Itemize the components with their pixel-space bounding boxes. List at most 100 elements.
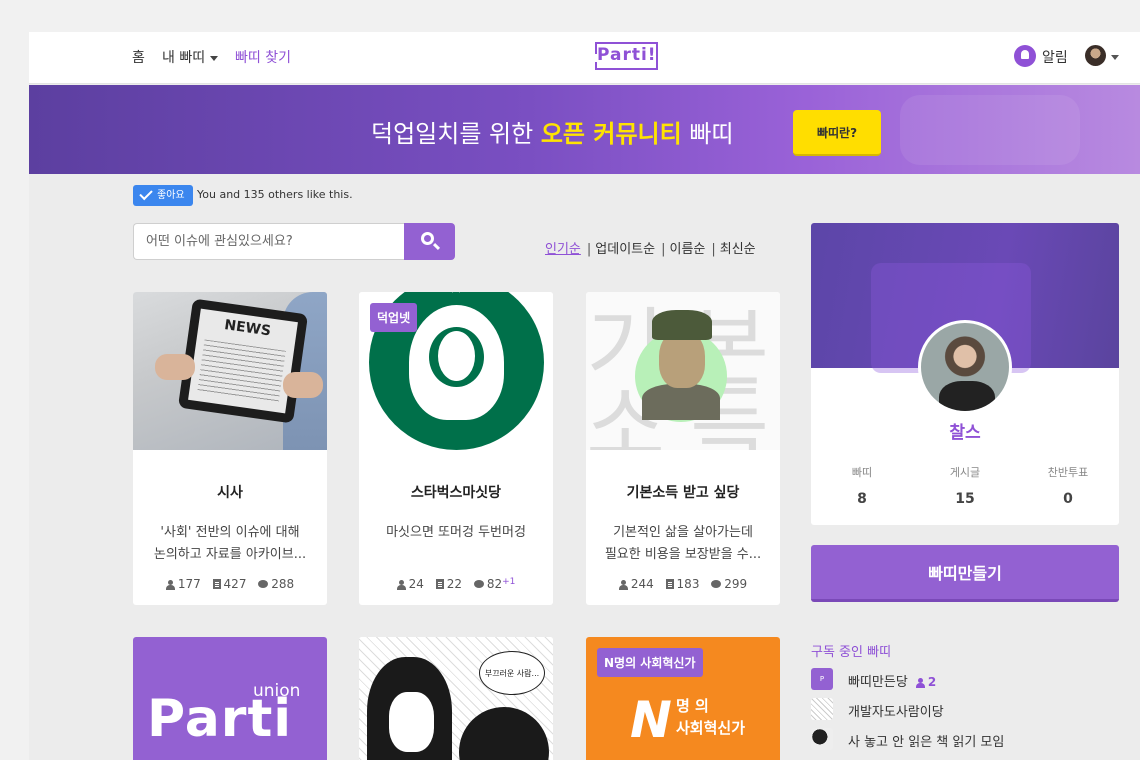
parti-card[interactable]: union Parti xyxy=(133,637,327,760)
orange-title-line: 사회혁신가 xyxy=(676,719,746,737)
card-stats: 244 183 299 xyxy=(586,577,780,591)
banner-headline: 덕업일치를 위한 오픈 커뮤니티 빠띠 xyxy=(371,114,734,149)
divider: | xyxy=(586,242,592,257)
banner-text-after: 빠띠 xyxy=(689,120,734,148)
card-desc-line: 마싯으면 또머겅 두번머겅 xyxy=(386,525,526,540)
posts-stat: 183 xyxy=(665,577,700,591)
sort-popular[interactable]: 인기순 xyxy=(545,242,581,257)
card-title: 기본소득 받고 싶당 xyxy=(626,485,740,501)
category-tag[interactable]: N명의 사회혁신가 xyxy=(597,648,703,677)
posts-count: 183 xyxy=(676,577,700,591)
subscribed-count-value: 2 xyxy=(927,675,937,689)
card-description: 기본적인 삶을 살아가는데 필요한 비용을 보장받을 수... xyxy=(600,522,766,566)
comment-icon xyxy=(473,580,484,588)
tablet-screen: NEWS xyxy=(188,308,298,414)
search-button[interactable] xyxy=(404,223,455,260)
members-stat: 177 xyxy=(165,577,201,591)
banner-text-before: 덕업일치를 위한 xyxy=(371,120,534,148)
portrait-figure xyxy=(652,310,712,340)
parti-card[interactable]: NEWS 시사 '사회' 전반의 이슈에 대해 논의하고 자료를 아카이브...… xyxy=(133,292,327,605)
sort-name[interactable]: 이름순 xyxy=(669,242,705,257)
card-stats: 24 22 82+1 xyxy=(359,577,553,591)
subscribed-item-label: 빠띠만든당 2 xyxy=(848,671,936,690)
search-input[interactable] xyxy=(133,223,405,260)
portrait-figure xyxy=(642,384,720,420)
nav-my-parti-dropdown[interactable]: 내 빠띠 xyxy=(162,47,219,67)
parti-card[interactable]: 부끄러운 사람... xyxy=(359,637,553,760)
orange-title: 명 의 사회혁신가 xyxy=(676,695,745,739)
like-count-text: You and 135 others like this. xyxy=(197,188,353,201)
user-icon xyxy=(618,580,628,590)
card-description: '사회' 전반의 이슈에 대해 논의하고 자료를 아카이브... xyxy=(147,522,313,566)
user-icon xyxy=(165,580,175,590)
sort-newest[interactable]: 최신순 xyxy=(720,242,756,257)
divider: | xyxy=(661,242,666,257)
chevron-down-icon xyxy=(210,55,219,61)
card-title: 시사 xyxy=(217,485,243,501)
card-thumbnail[interactable]: 덕업넷 xyxy=(359,292,553,450)
subscribed-title: 구독 중인 빠띠 xyxy=(811,645,892,660)
comic-character xyxy=(389,692,434,752)
stat-votes-value: 0 xyxy=(1063,491,1073,507)
thumbnail-icon xyxy=(811,698,833,720)
thumbnail-icon xyxy=(811,728,833,750)
orange-title-line: 명 의 xyxy=(676,697,709,715)
promo-banner: 덕업일치를 위한 오픈 커뮤니티 빠띠 빠띠란? xyxy=(29,85,1140,174)
profile-card: 찰스 빠띠 8 게시글 15 찬반투표 0 xyxy=(811,223,1119,525)
top-navbar: 홈 내 빠띠 빠띠 찾기 Parti! 알림 xyxy=(29,32,1140,84)
banner-text-highlight: 오픈 커뮤니티 xyxy=(540,120,682,148)
speech-bubble: 부끄러운 사람... xyxy=(479,651,545,695)
subscribed-item-name: 빠띠만든당 xyxy=(848,675,908,690)
parti-card[interactable]: 기 본 소 득 기본소득 받고 싶당 기본적인 삶을 살아가는데 필요한 비용을… xyxy=(586,292,780,605)
document-icon xyxy=(435,579,444,589)
star-icon xyxy=(449,292,463,293)
posts-stat: 22 xyxy=(435,577,462,591)
card-stats: 177 427 288 xyxy=(133,577,327,591)
stat-votes-label: 찬반투표 xyxy=(1047,466,1089,479)
card-thumbnail[interactable]: N명의 사회혁신가 N 명 의 사회혁신가 xyxy=(586,637,780,760)
members-stat: 24 xyxy=(396,577,424,591)
nav-find-link[interactable]: 빠띠 찾기 xyxy=(235,47,291,67)
members-count: 177 xyxy=(177,577,201,591)
document-icon xyxy=(665,579,674,589)
what-is-parti-button[interactable]: 빠띠란? xyxy=(793,110,881,156)
profile-avatar[interactable] xyxy=(918,320,1012,414)
card-thumbnail[interactable]: 부끄러운 사람... xyxy=(359,637,553,760)
category-tag[interactable]: 덕업넷 xyxy=(370,303,418,332)
stat-posts-label: 게시글 xyxy=(949,466,981,479)
card-thumbnail[interactable]: NEWS xyxy=(133,292,327,450)
user-icon xyxy=(396,580,406,590)
parti-card[interactable]: N명의 사회혁신가 N 명 의 사회혁신가 xyxy=(586,637,780,760)
comments-stat: 82+1 xyxy=(473,577,516,591)
nav-home-link[interactable]: 홈 xyxy=(132,47,145,67)
card-thumbnail[interactable]: union Parti xyxy=(133,637,327,760)
user-avatar-menu[interactable] xyxy=(1085,45,1106,66)
search-icon-handle xyxy=(432,242,441,251)
nav-my-label: 내 빠띠 xyxy=(162,50,206,66)
comments-stat: 299 xyxy=(711,577,747,591)
sort-options: 인기순 | 업데이트순 | 이름순 | 최신순 xyxy=(545,238,760,257)
divider: | xyxy=(711,242,716,257)
bell-icon[interactable] xyxy=(1014,45,1036,67)
alarm-link[interactable]: 알림 xyxy=(1042,47,1068,67)
like-button[interactable]: 좋아요 xyxy=(133,185,193,206)
comments-count: 82 xyxy=(486,577,503,591)
page: 홈 내 빠띠 빠띠 찾기 Parti! 알림 덕업일치를 위한 오픈 커뮤니티 … xyxy=(29,32,1140,760)
orange-logo: N xyxy=(630,691,672,749)
new-comments-badge: +1 xyxy=(502,577,516,587)
members-count: 24 xyxy=(408,577,424,591)
subscribed-item-name: 사 놓고 안 읽은 책 읽기 모임 xyxy=(848,735,1005,750)
parti-card[interactable]: 덕업넷 스타벅스마싯당 마싯으면 또머겅 두번머겅 24 22 82+1 xyxy=(359,292,553,605)
subscribed-member-count: 2 xyxy=(915,675,937,689)
sort-updated[interactable]: 업데이트순 xyxy=(595,242,655,257)
avatar-body xyxy=(939,381,995,411)
profile-name[interactable]: 찰스 xyxy=(811,418,1119,443)
parti-logo[interactable]: Parti! xyxy=(595,42,658,70)
posts-count: 427 xyxy=(223,577,247,591)
chevron-down-icon[interactable] xyxy=(1111,55,1119,60)
create-parti-button[interactable]: 빠띠만들기 xyxy=(811,545,1119,602)
comments-count: 288 xyxy=(271,577,295,591)
subscribed-item-name: 개발자도사람이당 xyxy=(848,705,944,720)
logo-shape xyxy=(438,331,475,381)
card-thumbnail[interactable]: 기 본 소 득 xyxy=(586,292,780,450)
